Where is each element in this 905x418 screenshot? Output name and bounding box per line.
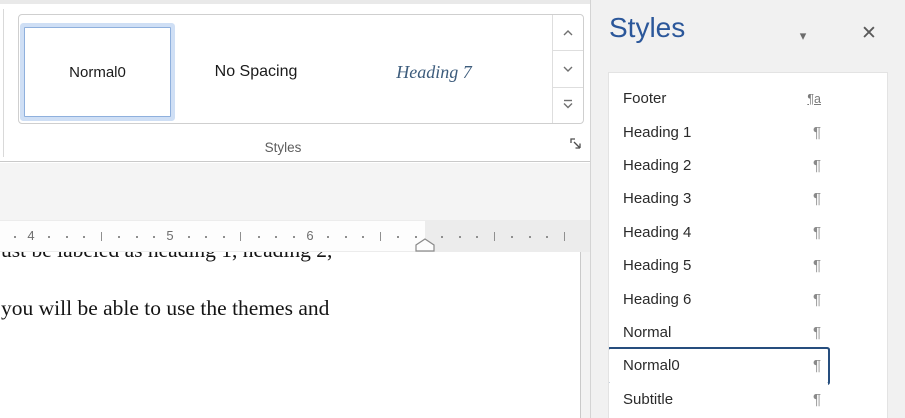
dialog-launcher-icon (569, 139, 583, 154)
ruler-half-tick (564, 232, 565, 241)
ribbon-lower-band (0, 163, 590, 220)
style-name: Heading 2 (623, 157, 691, 174)
ruler-tick (362, 236, 364, 238)
ruler-inch-number: 5 (166, 228, 173, 243)
gallery-more-button[interactable] (553, 87, 583, 123)
document-text-line: ust be labeled as heading 1, heading 2, (1, 252, 332, 263)
paragraph-mark-icon: ¶ (813, 190, 821, 207)
style-list-item[interactable]: Heading 3 ¶ (609, 182, 828, 215)
gallery-scrollbar (552, 15, 583, 123)
ruler-tick (14, 236, 16, 238)
ribbon-styles-group: Normal0 No Spacing Heading 7 (0, 0, 590, 162)
paragraph-mark-icon: ¶ (813, 124, 821, 141)
ruler-tick (327, 236, 329, 238)
ruler-tick (118, 236, 120, 238)
close-icon: ✕ (861, 23, 877, 44)
chevron-down-icon (562, 61, 574, 76)
ruler-tick (48, 236, 50, 238)
style-list-item[interactable]: Footer ¶a (609, 82, 828, 115)
styles-pane-menu-button[interactable]: ▾ (789, 24, 817, 48)
ruler-tick (223, 236, 225, 238)
chevron-up-icon (562, 25, 574, 40)
page-right-margin (580, 252, 590, 418)
ruler-tick (511, 236, 513, 238)
style-name: Normal0 (623, 357, 680, 374)
gallery-scroll-down-button[interactable] (553, 50, 583, 86)
word-window: Normal0 No Spacing Heading 7 (0, 0, 905, 418)
gallery-item-label: Heading 7 (396, 62, 472, 83)
styles-pane: Styles ▾ ✕ Footer ¶a Heading 1 ¶ Heading… (590, 0, 905, 418)
style-name: Subtitle (623, 391, 673, 408)
dropdown-arrow-icon: ▾ (800, 28, 807, 43)
style-name: Footer (623, 90, 666, 107)
horizontal-ruler[interactable]: 4 5 6 (0, 220, 590, 252)
ruler-tick (459, 236, 461, 238)
ruler-tick (529, 236, 531, 238)
ruler-tick (83, 236, 85, 238)
gallery-style-item[interactable]: Heading 7 (349, 27, 519, 117)
styles-pane-title: Styles (609, 12, 685, 44)
paragraph-mark-icon: ¶ (813, 291, 821, 308)
paragraph-mark-icon: ¶ (813, 324, 821, 341)
styles-dialog-launcher-button[interactable] (567, 136, 585, 154)
style-list-item[interactable]: Heading 2 ¶ (609, 149, 828, 182)
document-text-line: you will be able to use the themes and (1, 296, 329, 321)
style-list-item[interactable]: Subtitle ¶ (609, 383, 828, 416)
ruler-half-tick (240, 232, 241, 241)
style-name: Heading 4 (623, 224, 691, 241)
paragraph-mark-icon: ¶ (813, 157, 821, 174)
style-list-item[interactable]: Heading 1 ¶ (609, 115, 828, 148)
style-list-item[interactable]: Normal0 ¶ (609, 349, 828, 382)
ruler-tick (546, 236, 548, 238)
style-list-item[interactable]: Heading 5 ¶ (609, 249, 828, 282)
style-name: Normal (623, 324, 671, 341)
paragraph-mark-icon: ¶ (813, 357, 821, 374)
styles-list: Footer ¶a Heading 1 ¶ Heading 2 ¶ Headin… (608, 72, 888, 418)
style-name: Heading 6 (623, 291, 691, 308)
ruler-tick (293, 236, 295, 238)
ruler-half-tick (101, 232, 102, 241)
paragraph-mark-icon: ¶ (813, 391, 821, 408)
ruler-tick (345, 236, 347, 238)
ribbon-top-strip (0, 0, 590, 4)
gallery-item-label: No Spacing (215, 63, 298, 81)
gallery-scroll-up-button[interactable] (553, 15, 583, 50)
paragraph-mark-icon: ¶a (807, 92, 821, 106)
ruler-inch-number: 6 (306, 228, 313, 243)
ruler-tick (441, 236, 443, 238)
ruler-tick (397, 236, 399, 238)
ruler-tick (188, 236, 190, 238)
gallery-item-label: Normal0 (69, 64, 126, 81)
ruler-tick (258, 236, 260, 238)
ruler-tick (275, 236, 277, 238)
paragraph-mark-icon: ¶ (813, 257, 821, 274)
ruler-tick (66, 236, 68, 238)
ruler-half-tick (494, 232, 495, 241)
gallery-style-item[interactable]: Normal0 (24, 27, 171, 117)
ruler-tick (415, 236, 417, 238)
document-canvas[interactable]: ust be labeled as heading 1, heading 2, … (0, 252, 580, 418)
gallery-style-item[interactable]: No Spacing (181, 27, 331, 117)
style-name: Heading 1 (623, 124, 691, 141)
style-list-item[interactable]: Heading 6 ¶ (609, 282, 828, 315)
group-divider (3, 9, 4, 157)
paragraph-mark-icon: ¶ (813, 224, 821, 241)
style-list-item[interactable]: Normal ¶ (609, 316, 828, 349)
ruler-tick (205, 236, 207, 238)
ruler-text-area (0, 221, 425, 251)
ruler-tick (476, 236, 478, 238)
ruler-half-tick (380, 232, 381, 241)
ruler-tick (153, 236, 155, 238)
ruler-inch-number: 4 (27, 228, 34, 243)
ruler-tick (136, 236, 138, 238)
style-list-item[interactable]: Heading 4 ¶ (609, 216, 828, 249)
styles-gallery: Normal0 No Spacing Heading 7 (18, 14, 584, 124)
style-name: Heading 5 (623, 257, 691, 274)
styles-group-label: Styles (160, 140, 406, 155)
gallery-more-icon (562, 98, 574, 113)
styles-pane-close-button[interactable]: ✕ (855, 20, 883, 48)
style-name: Heading 3 (623, 190, 691, 207)
